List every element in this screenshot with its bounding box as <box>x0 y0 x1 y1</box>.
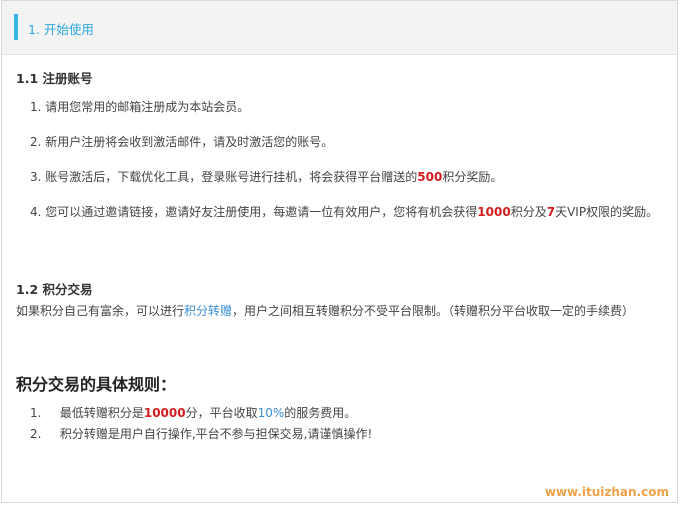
trade-description: 如果积分自己有富余，可以进行积分转赠，用户之间相互转赠积分不受平台限制。（转赠积… <box>16 301 666 321</box>
points-transfer-link[interactable]: 积分转赠 <box>184 304 232 318</box>
rules-title: 积分交易的具体规则： <box>16 375 177 394</box>
step-4: 4. 您可以通过邀请链接，邀请好友注册使用，每邀请一位有效用户，您将有机会获得1… <box>30 202 665 222</box>
fee-rate: 10% <box>257 406 285 420</box>
section-title: 1. 开始使用 <box>28 22 94 37</box>
rule-2: 2. 积分转赠是用户自行操作,平台不参与担保交易,请谨慎操作! <box>30 425 372 443</box>
step-text: 新用户注册将会收到激活邮件，请及时激活您的账号。 <box>45 135 334 149</box>
step-1: 1. 请用您常用的邮箱注册成为本站会员。 <box>30 97 670 117</box>
rule-number: 1. <box>30 406 42 420</box>
step-number: 1. <box>30 100 42 114</box>
step-text-mid: 积分及 <box>510 205 547 219</box>
step-number: 2. <box>30 135 42 149</box>
step-text: 您可以通过邀请链接，邀请好友注册使用，每邀请一位有效用户，您将有机会获得 <box>45 205 478 219</box>
vip-days: 7 <box>546 205 556 219</box>
invite-points: 1000 <box>477 205 511 219</box>
heading-points-trade: 1.2 积分交易 <box>16 282 93 297</box>
step-text: 账号激活后，下载优化工具，登录账号进行挂机，将会获得平台赠送的 <box>45 170 418 184</box>
step-number: 4. <box>30 205 42 219</box>
min-transfer-value: 10000 <box>143 406 186 420</box>
rule-text: 积分转赠是用户自行操作,平台不参与担保交易,请谨慎操作! <box>59 427 373 441</box>
step-text: 请用您常用的邮箱注册成为本站会员。 <box>45 100 250 114</box>
rule-number: 2. <box>30 427 42 441</box>
content-panel: 1. 开始使用 1.1 注册账号 1. 请用您常用的邮箱注册成为本站会员。 2.… <box>1 0 678 503</box>
trade-text: 如果积分自己有富余，可以进行 <box>16 304 185 318</box>
step-text-end: 天VIP权限的奖励。 <box>555 205 659 219</box>
points-reward: 500 <box>417 170 443 184</box>
section-header: 1. 开始使用 <box>2 1 677 55</box>
step-text-end: 积分奖励。 <box>442 170 503 184</box>
rule-1: 1. 最低转赠积分是10000分，平台收取10%的服务费用。 <box>30 404 356 422</box>
rule-text: 最低转赠积分是 <box>59 406 144 420</box>
step-3: 3. 账号激活后，下载优化工具，登录账号进行挂机，将会获得平台赠送的500积分奖… <box>30 167 670 187</box>
step-number: 3. <box>30 170 42 184</box>
trade-text-end: ，用户之间相互转赠积分不受平台限制。（转赠积分平台收取一定的手续费） <box>232 304 635 318</box>
rule-text-mid: 分，平台收取 <box>185 406 258 420</box>
site-watermark: www.ituizhan.com <box>544 485 669 499</box>
heading-register-account: 1.1 注册账号 <box>16 71 93 86</box>
step-2: 2. 新用户注册将会收到激活邮件，请及时激活您的账号。 <box>30 132 670 152</box>
header-accent-bar <box>14 14 18 40</box>
rule-text-end: 的服务费用。 <box>284 406 357 420</box>
